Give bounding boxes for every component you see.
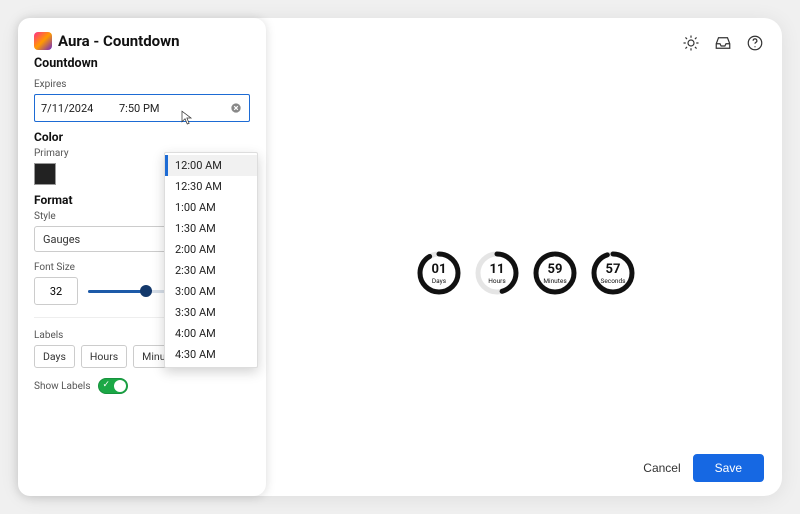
label-days-input[interactable]: Days <box>34 345 75 368</box>
time-option[interactable]: 1:00 AM <box>165 197 257 218</box>
color-section-label: Color <box>34 130 250 144</box>
app-header: Aura - Countdown <box>34 32 250 50</box>
inbox-icon[interactable] <box>714 34 732 52</box>
help-icon[interactable] <box>746 34 764 52</box>
slider-thumb[interactable] <box>140 285 152 297</box>
gauge-hours-label: Hours <box>474 277 520 285</box>
expires-label: Expires <box>34 79 250 90</box>
toggle-check-icon: ✓ <box>102 380 110 390</box>
gauge-days-value: 01 <box>416 262 462 277</box>
gauge-hours: 11 Hours <box>474 250 520 300</box>
save-button[interactable]: Save <box>693 454 764 482</box>
primary-color-swatch[interactable] <box>34 163 56 185</box>
time-option[interactable]: 4:30 AM <box>165 344 257 365</box>
expires-time-value[interactable]: 7:50 PM <box>119 102 223 115</box>
slider-fill <box>88 290 146 293</box>
theme-icon[interactable] <box>682 34 700 52</box>
gauge-minutes-label: Minutes <box>532 277 578 285</box>
show-labels-label: Show Labels <box>34 381 90 392</box>
style-select-value: Gauges <box>43 233 80 246</box>
gauge-hours-value: 11 <box>474 262 520 277</box>
gauge-minutes-value: 59 <box>532 262 578 277</box>
time-option[interactable]: 12:30 AM <box>165 176 257 197</box>
time-dropdown[interactable]: 12:00 AM 12:30 AM 1:00 AM 1:30 AM 2:00 A… <box>164 152 258 368</box>
app-logo-icon <box>34 32 52 50</box>
time-option[interactable]: 12:00 AM <box>165 155 257 176</box>
footer-actions: Cancel Save <box>643 454 764 482</box>
cancel-button[interactable]: Cancel <box>643 461 680 475</box>
time-option[interactable]: 3:30 AM <box>165 302 257 323</box>
toggle-knob <box>114 380 126 392</box>
expires-date-value[interactable]: 7/11/2024 <box>41 102 113 115</box>
panel-title: Countdown <box>34 56 250 71</box>
gauge-minutes: 59 Minutes <box>532 250 578 300</box>
time-option[interactable]: 2:30 AM <box>165 260 257 281</box>
preview-area: 01 Days 11 Hours 59 Minutes 57 Seconds C… <box>266 18 782 496</box>
expires-datetime-input[interactable]: 7/11/2024 7:50 PM <box>34 94 250 122</box>
gauge-seconds-label: Seconds <box>590 277 636 285</box>
time-option[interactable]: 2:00 AM <box>165 239 257 260</box>
config-panel: Aura - Countdown Countdown Expires 7/11/… <box>18 18 266 496</box>
font-size-input[interactable]: 32 <box>34 277 78 305</box>
label-hours-input[interactable]: Hours <box>81 345 127 368</box>
time-option[interactable]: 4:00 AM <box>165 323 257 344</box>
clear-datetime-icon[interactable] <box>229 101 243 115</box>
app-title: Aura - Countdown <box>58 32 180 50</box>
gauge-seconds-value: 57 <box>590 262 636 277</box>
time-option[interactable]: 1:30 AM <box>165 218 257 239</box>
show-labels-toggle[interactable]: ✓ <box>98 378 128 394</box>
gauge-days-label: Days <box>416 277 462 285</box>
gauge-seconds: 57 Seconds <box>590 250 636 300</box>
time-option[interactable]: 3:00 AM <box>165 281 257 302</box>
app-window: Aura - Countdown Countdown Expires 7/11/… <box>18 18 782 496</box>
gauge-days: 01 Days <box>416 250 462 300</box>
countdown-gauges: 01 Days 11 Hours 59 Minutes 57 Seconds <box>416 250 636 300</box>
font-size-value: 32 <box>50 285 62 298</box>
top-toolbar <box>682 34 764 52</box>
